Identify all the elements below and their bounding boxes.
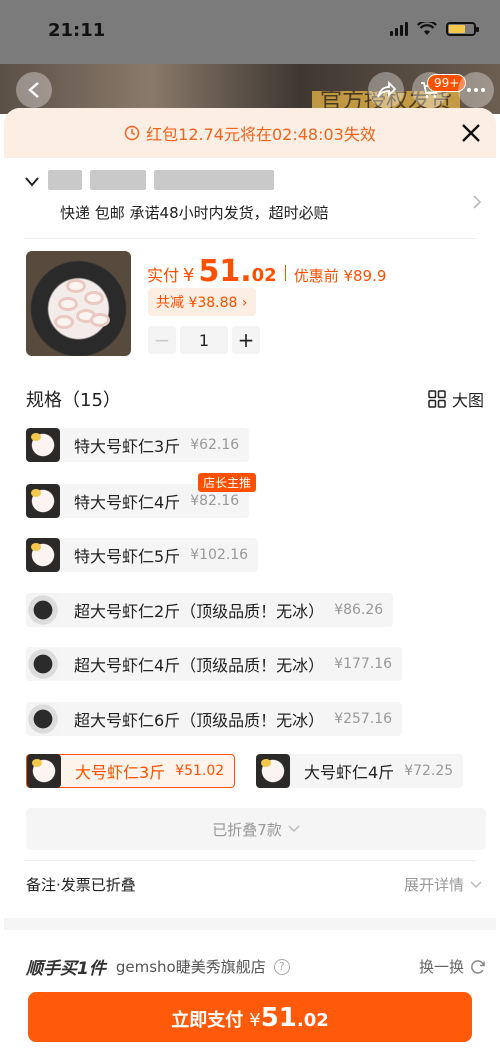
pay-label: 立即支付 xyxy=(171,1010,244,1031)
delivery-promise: 快递 包邮 承诺48小时内发货，超时必赔 xyxy=(60,204,329,222)
note-label: 备注·发票已折叠 xyxy=(26,876,136,894)
location-icon xyxy=(25,177,39,187)
increase-button[interactable]: + xyxy=(232,326,260,354)
wifi-icon xyxy=(417,22,437,35)
coupon-expiry-text: 红包12.74元将在02:48:03失效 xyxy=(146,125,376,144)
spec-option-name: 超大号虾仁4斤（顶级品质！无冰） xyxy=(74,656,325,675)
signal-icon xyxy=(390,22,408,36)
share-icon xyxy=(377,81,396,98)
spec-option-price: ¥51.02 xyxy=(175,763,225,779)
spec-option-name: 超大号虾仁6斤（顶级品质！无冰） xyxy=(74,711,325,730)
spec-option-price: ¥82.16 xyxy=(190,493,240,509)
chevron-left-icon xyxy=(28,82,39,98)
spec-option-name: 超大号虾仁2斤（顶级品质！无冰） xyxy=(74,602,325,621)
purchase-sheet: 红包12.74元将在02:48:03失效 快递 包邮 承诺48小时内发货，超时必… xyxy=(4,108,496,1049)
pay-currency: ¥ xyxy=(249,1010,261,1031)
big-image-button[interactable]: 大图 xyxy=(428,387,484,411)
savings-chip[interactable]: 共减 ¥38.88 › xyxy=(148,288,256,316)
spec-option-price: ¥86.26 xyxy=(334,602,384,618)
status-bar: 21:11 xyxy=(0,0,500,64)
coupon-expiry-bar: 红包12.74元将在02:48:03失效 xyxy=(4,108,496,158)
note-invoice-row[interactable]: 备注·发票已折叠 展开详情 xyxy=(26,874,482,895)
refresh-icon xyxy=(471,959,485,974)
grid-icon xyxy=(428,390,446,408)
spec-title: 规格（15） xyxy=(26,390,121,411)
more-icon xyxy=(467,88,485,92)
spec-option[interactable]: 超大号虾仁2斤（顶级品质！无冰） ¥86.26 xyxy=(26,593,394,627)
spec-thumbnail xyxy=(26,484,60,518)
price-decimal: 02 xyxy=(251,265,277,286)
addon-title: 顺手买1件 xyxy=(26,959,106,979)
price-currency: ¥ xyxy=(183,265,195,286)
spec-option[interactable]: 特大号虾仁3斤 ¥62.16 xyxy=(26,428,250,462)
spec-thumbnail xyxy=(26,428,60,462)
pay-amount-integer: 51 xyxy=(260,1003,297,1033)
spec-option-price: ¥62.16 xyxy=(190,437,240,453)
spec-option[interactable]: 超大号虾仁4斤（顶级品质！无冰） ¥177.16 xyxy=(26,647,403,681)
section-gap xyxy=(4,918,496,930)
addon-shop-name[interactable]: gemsho睫美秀旗舰店 xyxy=(116,956,266,977)
swap-button[interactable]: 换一换 xyxy=(419,956,486,977)
spec-option-name: 大号虾仁3斤 xyxy=(75,763,166,782)
big-image-label: 大图 xyxy=(451,391,484,410)
address-row[interactable]: 快递 包邮 承诺48小时内发货，超时必赔 xyxy=(24,170,484,230)
spec-option-price: ¥72.25 xyxy=(404,763,454,779)
more-button[interactable] xyxy=(458,72,494,108)
price-line: 实付 ¥ 51. 02 优惠前 ¥89.9 xyxy=(147,254,386,289)
decrease-button[interactable]: − xyxy=(148,326,176,354)
divider xyxy=(24,860,476,861)
spec-option-price: ¥257.16 xyxy=(334,711,393,727)
spec-option[interactable]: 特大号虾仁4斤 ¥82.16 店长主推 xyxy=(26,473,257,518)
divider xyxy=(24,238,476,239)
spec-option-selected[interactable]: 大号虾仁3斤 ¥51.02 xyxy=(26,754,236,788)
spec-option[interactable]: 超大号虾仁6斤（顶级品质！无冰） ¥257.16 xyxy=(26,702,403,736)
address-blurred xyxy=(90,170,146,190)
share-button[interactable] xyxy=(368,72,404,108)
chevron-down-icon xyxy=(470,880,482,888)
expand-details[interactable]: 展开详情 xyxy=(404,874,482,895)
price-separator xyxy=(284,265,286,281)
spec-thumbnail xyxy=(26,702,60,736)
spec-option-name: 特大号虾仁5斤 xyxy=(74,547,181,566)
folded-options-label: 已折叠7款 xyxy=(212,820,282,839)
quantity-stepper: − 1 + xyxy=(148,326,260,354)
spec-thumbnail xyxy=(27,754,61,788)
status-icons xyxy=(390,22,479,36)
chevron-down-icon xyxy=(288,825,300,833)
spec-option-price: ¥177.16 xyxy=(334,656,393,672)
spec-thumbnail xyxy=(256,754,290,788)
spec-option-price: ¥102.16 xyxy=(190,547,249,563)
spec-option[interactable]: 大号虾仁4斤 ¥72.25 xyxy=(256,754,464,788)
quantity-value[interactable]: 1 xyxy=(180,326,228,354)
spec-option-name: 大号虾仁4斤 xyxy=(304,763,395,782)
expand-details-label: 展开详情 xyxy=(403,876,464,894)
original-price: 优惠前 ¥89.9 xyxy=(293,267,387,285)
close-icon[interactable] xyxy=(458,120,484,146)
folded-options-toggle[interactable]: 已折叠7款 xyxy=(26,808,486,850)
chevron-right-icon xyxy=(473,195,482,209)
clock-icon xyxy=(124,125,140,141)
product-image[interactable] xyxy=(26,251,131,356)
spec-option-name: 特大号虾仁4斤 xyxy=(74,493,181,512)
price-label: 实付 xyxy=(147,266,180,285)
spec-option-name: 特大号虾仁3斤 xyxy=(74,437,181,456)
pay-now-button[interactable]: 立即支付 ¥ 51 .02 xyxy=(28,992,472,1042)
recommend-badge: 店长主推 xyxy=(198,473,257,492)
back-button[interactable] xyxy=(16,72,52,108)
battery-icon xyxy=(446,22,479,36)
swap-label: 换一换 xyxy=(418,958,464,976)
spec-thumbnail xyxy=(26,647,60,681)
help-icon[interactable]: ? xyxy=(273,958,290,975)
spec-thumbnail xyxy=(26,593,60,627)
addon-row: 顺手买1件 gemsho睫美秀旗舰店 ? 换一换 xyxy=(26,954,486,979)
spec-option[interactable]: 特大号虾仁5斤 ¥102.16 xyxy=(26,538,259,572)
address-line xyxy=(24,170,484,190)
spec-thumbnail xyxy=(26,538,60,572)
address-blurred xyxy=(48,170,82,190)
pay-amount-decimal: .02 xyxy=(296,1010,329,1031)
status-time: 21:11 xyxy=(48,20,106,41)
address-blurred xyxy=(154,170,274,190)
price-integer: 51. xyxy=(198,254,252,289)
